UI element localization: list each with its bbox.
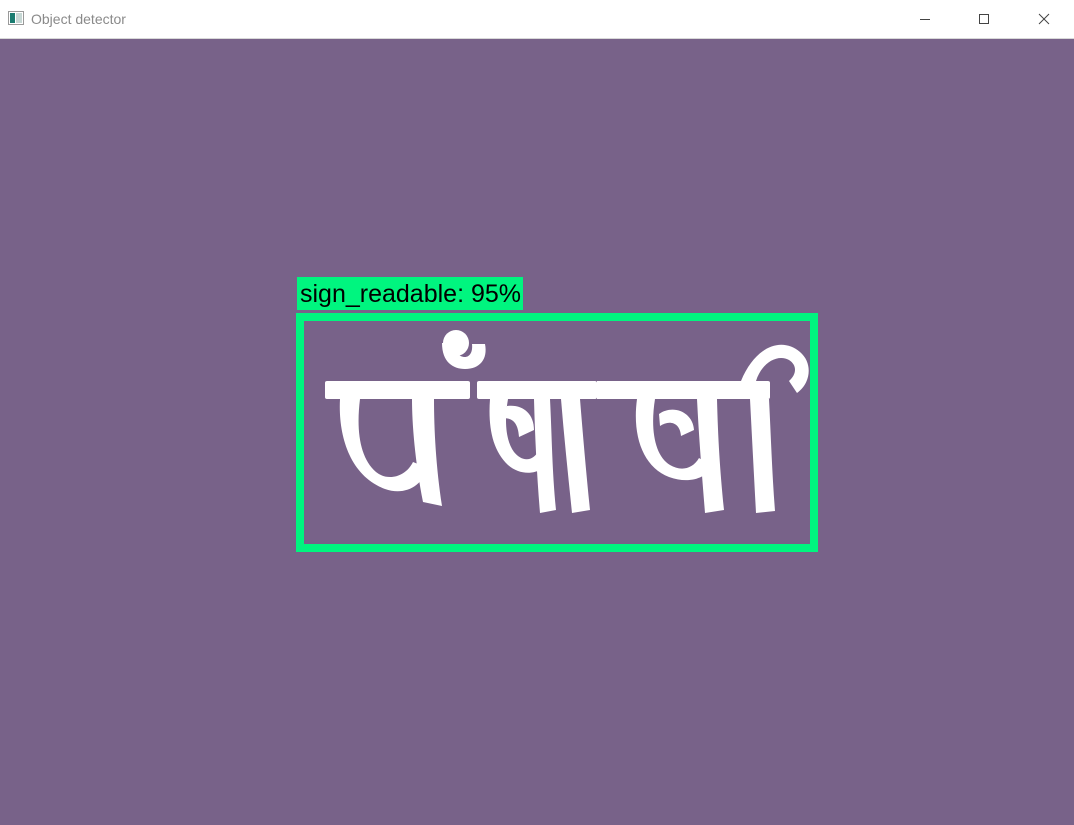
maximize-button[interactable]: [955, 0, 1015, 38]
app-icon: [8, 11, 24, 25]
close-icon: [1038, 13, 1050, 25]
maximize-icon: [979, 14, 990, 24]
minimize-icon: [919, 19, 930, 20]
close-button[interactable]: [1014, 0, 1074, 38]
window-title: Object detector: [31, 11, 126, 27]
title-bar[interactable]: Object detector: [0, 0, 1074, 39]
punjabi-sign-text: [325, 330, 809, 513]
minimize-button[interactable]: [895, 0, 955, 38]
object-detector-window: Object detector sign_readable: 95%: [0, 0, 1074, 825]
detection-label: sign_readable: 95%: [297, 277, 523, 310]
window-controls: [895, 0, 1074, 38]
